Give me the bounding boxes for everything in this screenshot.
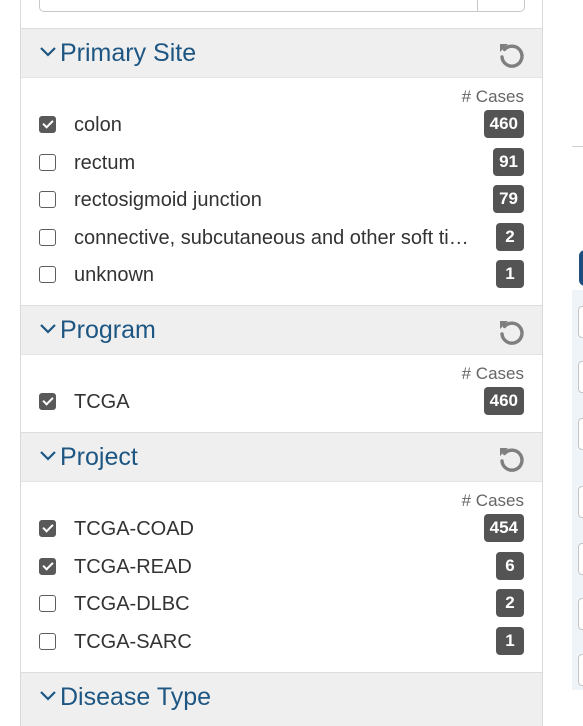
checkbox[interactable] (39, 633, 56, 650)
count-badge: 6 (496, 552, 524, 580)
facet-header-project[interactable]: Project (21, 432, 542, 482)
facet-item-label: rectum (74, 152, 136, 174)
row-control[interactable] (578, 418, 583, 450)
cases-column-label: # Cases (461, 87, 524, 106)
checkbox[interactable] (39, 191, 56, 208)
facet-item[interactable]: rectum 91 (21, 145, 542, 181)
facet-title: Project (60, 443, 138, 471)
facet-panel: Primary Site # Cases colon 460 rectum 91… (20, 0, 543, 726)
reset-icon[interactable] (496, 444, 526, 474)
facet-item-label: TCGA-COAD (74, 518, 194, 540)
row-control[interactable] (578, 598, 583, 630)
chevron-down-icon[interactable] (39, 323, 57, 335)
checkbox[interactable] (39, 229, 56, 246)
facet-item[interactable]: connective, subcutaneous and other soft … (21, 220, 542, 256)
checkbox-checked[interactable] (39, 393, 56, 410)
count-badge: 460 (483, 110, 524, 138)
facet-header-program[interactable]: Program (21, 305, 542, 355)
chevron-down-icon[interactable] (39, 690, 57, 702)
checkbox[interactable] (39, 154, 56, 171)
checkbox[interactable] (39, 595, 56, 612)
facet-item-label: TCGA (74, 391, 130, 413)
count-badge: 454 (483, 514, 524, 542)
facet-title: Primary Site (60, 39, 197, 67)
reset-icon[interactable] (496, 317, 526, 347)
facet-item[interactable]: TCGA-READ 6 (21, 549, 542, 585)
cases-column-label: # Cases (461, 364, 524, 383)
facet-item-label: TCGA-SARC (74, 631, 192, 653)
facet-item-label: colon (74, 114, 122, 136)
row-control[interactable] (578, 486, 583, 518)
facet-item-label: unknown (74, 264, 155, 286)
facet-title: Program (60, 316, 156, 344)
chevron-down-icon[interactable] (39, 450, 57, 462)
count-badge: 91 (493, 148, 524, 176)
row-control[interactable] (578, 361, 583, 393)
reset-icon[interactable] (496, 40, 526, 70)
count-badge: 2 (496, 223, 524, 251)
facet-item-label: TCGA-DLBC (74, 593, 190, 615)
checkbox-checked[interactable] (39, 558, 56, 575)
row-control[interactable] (578, 543, 583, 575)
count-badge: 1 (496, 627, 524, 655)
facet-header-disease-type[interactable]: Disease Type (21, 672, 542, 726)
facet-header-primary-site[interactable]: Primary Site (21, 28, 542, 78)
results-panel-edge (543, 0, 583, 726)
facet-item[interactable]: TCGA 460 (21, 384, 542, 420)
facet-item[interactable]: rectosigmoid junction 79 (21, 182, 542, 218)
facet-item[interactable]: unknown 1 (21, 257, 542, 293)
chevron-down-icon[interactable] (39, 46, 57, 58)
checkbox-checked[interactable] (39, 116, 56, 133)
tab-active[interactable] (579, 250, 583, 286)
facet-item[interactable]: TCGA-SARC 1 (21, 624, 542, 660)
cases-column-label: # Cases (461, 491, 524, 510)
count-badge: 2 (496, 589, 524, 617)
checkbox-checked[interactable] (39, 520, 56, 537)
row-control[interactable] (578, 654, 583, 686)
checkbox[interactable] (39, 266, 56, 283)
search-input[interactable] (39, 0, 525, 12)
count-badge: 79 (493, 185, 524, 213)
count-badge: 460 (483, 387, 524, 415)
count-badge: 1 (496, 260, 524, 288)
facet-item-label: connective, subcutaneous and other soft … (74, 227, 469, 249)
facet-item[interactable]: TCGA-COAD 454 (21, 511, 542, 547)
facet-title: Disease Type (60, 683, 212, 711)
facet-item-label: TCGA-READ (74, 556, 192, 578)
row-control[interactable] (578, 306, 583, 338)
divider (572, 146, 583, 147)
facet-item[interactable]: TCGA-DLBC 2 (21, 586, 542, 622)
search-button[interactable] (477, 0, 524, 12)
facet-item-label: rectosigmoid junction (74, 189, 262, 211)
facet-item[interactable]: colon 460 (21, 107, 542, 143)
